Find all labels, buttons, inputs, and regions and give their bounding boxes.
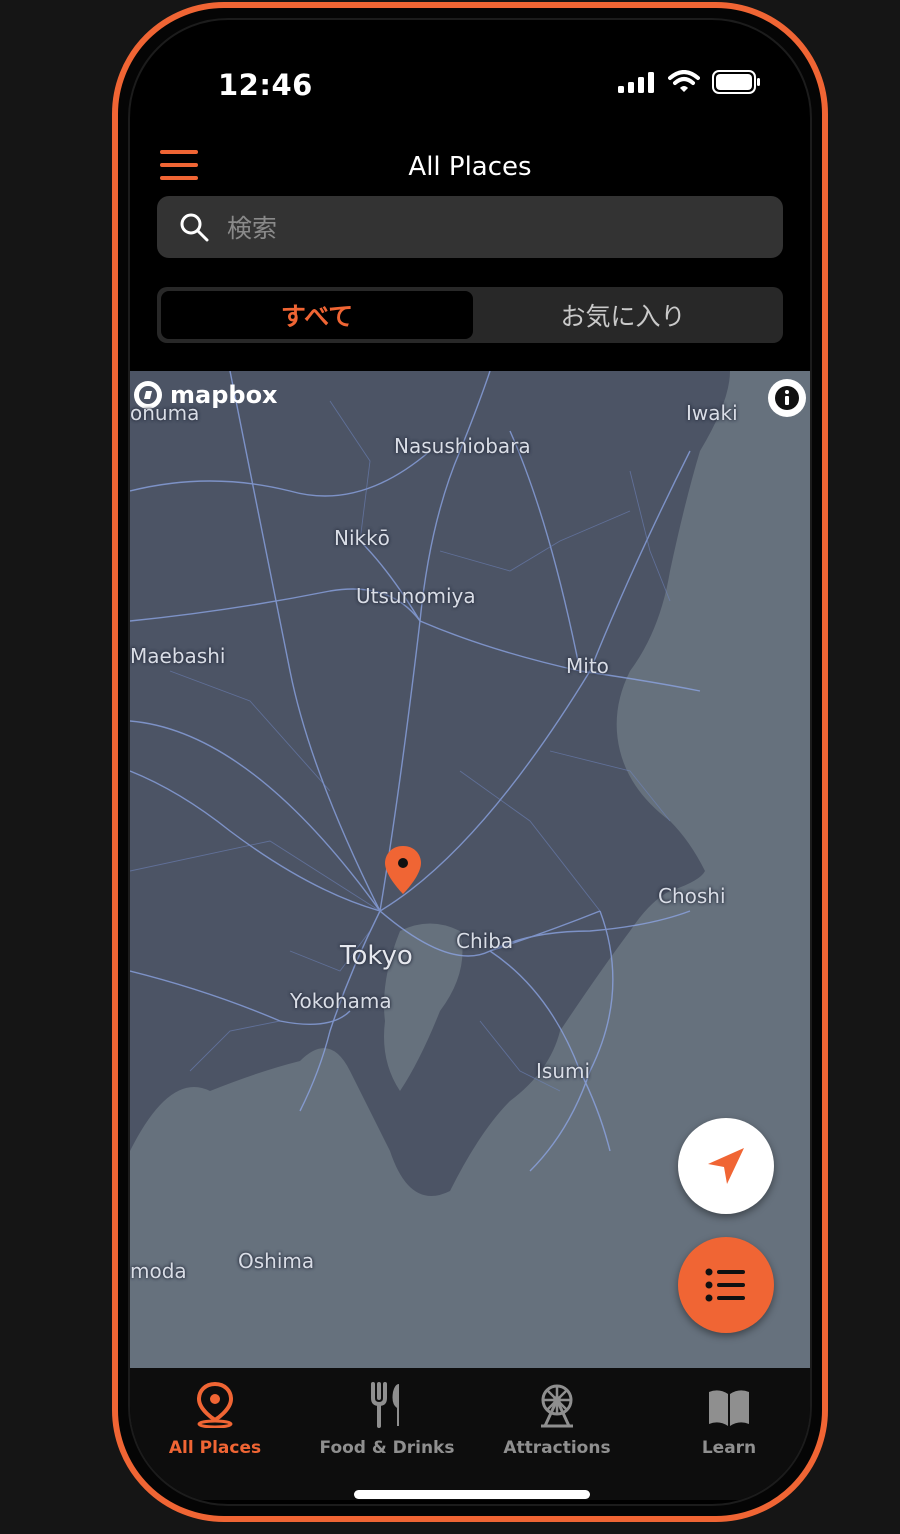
list-view-button[interactable] — [678, 1237, 774, 1333]
ferris-wheel-icon — [541, 1384, 573, 1428]
map-label-maebashi: Maebashi — [130, 644, 226, 668]
page-title: All Places — [408, 152, 532, 182]
locate-me-button[interactable] — [678, 1118, 774, 1214]
tab-bar: All Places Food & Drinks Attractions Lea… — [130, 1368, 810, 1500]
map-canvas — [130, 371, 810, 1368]
segment-all[interactable]: すべて — [161, 291, 473, 339]
map-label-nasushiobara: Nasushiobara — [394, 434, 531, 458]
search-icon — [180, 213, 209, 242]
map-label-onuma: onuma — [130, 401, 200, 425]
map-label-oshima: Oshima — [238, 1249, 315, 1273]
phone-frame: 12:46 All Places 検索 すべて お気に入り mapbox onu… — [112, 2, 828, 1522]
segment-favorites[interactable]: お気に入り — [467, 291, 779, 339]
home-indicator[interactable] — [354, 1490, 590, 1499]
status-bar: 12:46 — [130, 20, 810, 130]
map-pin-icon — [196, 1382, 234, 1428]
tab-all-places[interactable]: All Places — [130, 1376, 300, 1458]
list-icon — [705, 1268, 745, 1302]
tab-label: All Places — [168, 1438, 262, 1458]
map-label-nikko: Nikkō — [334, 526, 390, 550]
search-bar[interactable] — [157, 196, 783, 260]
map-label-choshi: Choshi — [658, 884, 726, 908]
map-label-tokyo: Tokyo — [340, 941, 413, 971]
tab-label: Attractions — [503, 1438, 611, 1458]
status-time: 12:46 — [218, 68, 313, 102]
phone-screen: 12:46 All Places 検索 すべて お気に入り mapbox onu… — [128, 18, 812, 1506]
map-label-utsunomiya: Utsunomiya — [356, 584, 476, 608]
tab-label: Food & Drinks — [319, 1438, 455, 1458]
map-label-moda: moda — [130, 1259, 187, 1283]
map-label-mito: Mito — [566, 654, 609, 678]
book-icon — [709, 1390, 749, 1426]
signal-icon — [618, 72, 654, 93]
header: All Places — [130, 138, 810, 198]
info-icon[interactable] — [768, 379, 806, 417]
wifi-icon — [668, 70, 700, 92]
search-input[interactable] — [225, 196, 763, 260]
navigation-arrow-icon — [708, 1148, 744, 1184]
tab-label: Learn — [701, 1438, 757, 1458]
tab-food-drinks[interactable]: Food & Drinks — [302, 1376, 472, 1458]
map-label-isumi: Isumi — [536, 1059, 591, 1083]
map-label-iwaki: Iwaki — [686, 401, 738, 425]
battery-icon — [712, 70, 760, 94]
tab-learn[interactable]: Learn — [644, 1376, 810, 1458]
tab-attractions[interactable]: Attractions — [472, 1376, 642, 1458]
map-label-chiba: Chiba — [456, 929, 514, 953]
map-view[interactable]: mapbox onuma Iwaki Nasushiobara Nikkō Ut… — [130, 371, 810, 1368]
segmented-control: すべて お気に入り — [157, 287, 783, 343]
fork-knife-icon — [371, 1382, 399, 1428]
map-label-yokohama: Yokohama — [290, 989, 392, 1013]
status-icons — [618, 70, 762, 94]
